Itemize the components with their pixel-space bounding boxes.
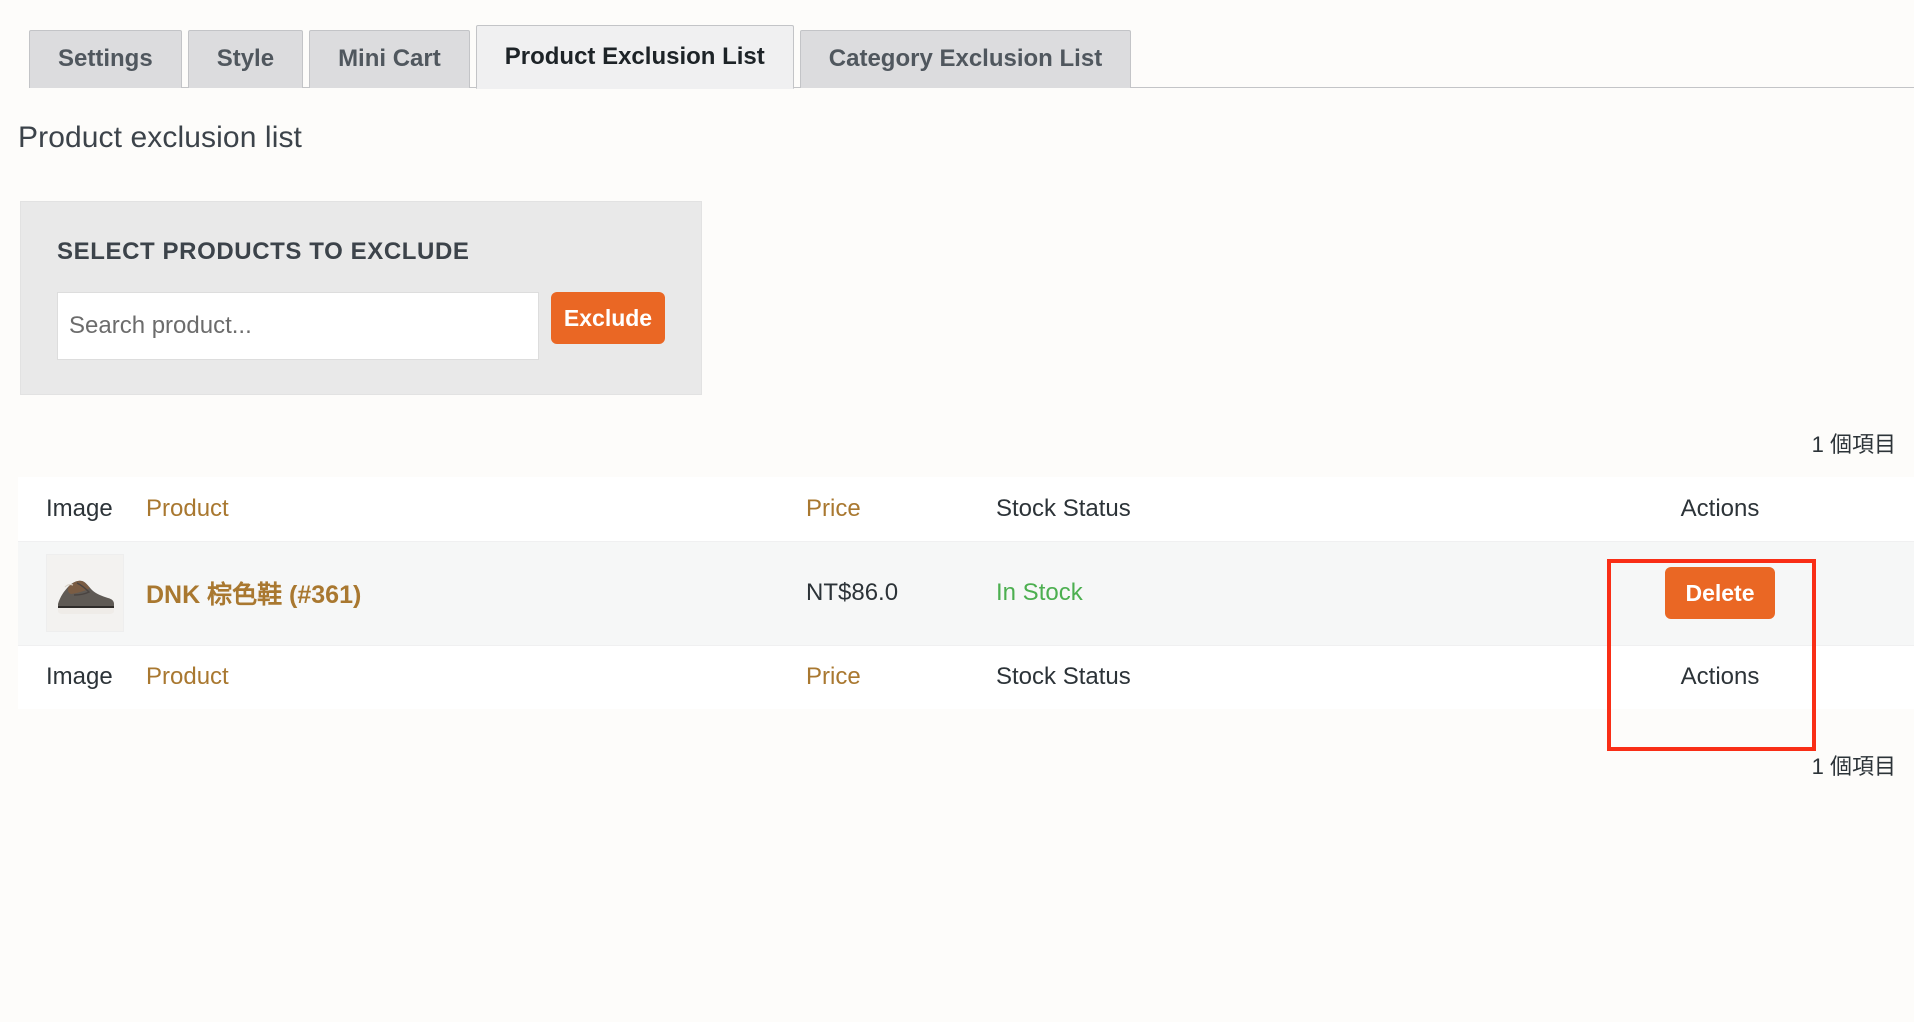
product-thumbnail-icon xyxy=(46,554,124,632)
column-header-label[interactable]: Price xyxy=(806,495,861,522)
column-header-label: Image xyxy=(46,494,113,522)
column-header-label: Actions xyxy=(1680,494,1760,522)
column-header-stock-status: Stock Status xyxy=(996,477,1526,542)
column-header-product[interactable]: Product xyxy=(146,477,806,542)
column-footer-image: Image xyxy=(18,644,146,709)
cell-price: NT$86.0 xyxy=(806,579,899,606)
item-count-top: 1 個項目 xyxy=(1811,432,1896,457)
column-header-image: Image xyxy=(18,477,146,542)
table-body: DNK 棕色鞋 (#361) NT$86.0 In Stock Delete xyxy=(18,541,1914,645)
column-footer-label: Image xyxy=(46,663,113,691)
tab-style[interactable]: Style xyxy=(187,30,304,88)
select-products-panel-row: Exclude xyxy=(57,292,665,360)
tab-label: Mini Cart xyxy=(338,45,441,72)
cell-image xyxy=(18,541,146,645)
column-header-price[interactable]: Price xyxy=(806,477,996,542)
table-footer-row: Image Product Price Stock Status Actions xyxy=(18,644,1914,709)
tab-label: Product Exclusion List xyxy=(504,43,765,70)
product-name-link[interactable]: DNK 棕色鞋 (#361) xyxy=(146,581,361,609)
tab-label: Style xyxy=(216,45,275,72)
tab-mini-cart[interactable]: Mini Cart xyxy=(309,30,470,88)
tab-bar: Settings Style Mini Cart Product Exclusi… xyxy=(0,0,1914,89)
select-products-panel: SELECT PRODUCTS TO EXCLUDE Exclude xyxy=(20,201,702,395)
column-footer-price[interactable]: Price xyxy=(806,644,996,709)
column-footer-actions: Actions xyxy=(1526,644,1914,709)
column-footer-product[interactable]: Product xyxy=(146,644,806,709)
page-title: Product exclusion list xyxy=(18,121,302,154)
column-footer-stock-status: Stock Status xyxy=(996,644,1526,709)
table-head: Image Product Price Stock Status Actions xyxy=(18,477,1914,542)
select-products-panel-title: SELECT PRODUCTS TO EXCLUDE xyxy=(57,238,470,265)
cell-actions: Delete xyxy=(1526,541,1914,645)
tab-category-exclusion-list[interactable]: Category Exclusion List xyxy=(799,30,1132,88)
tab-label: Settings xyxy=(58,45,153,72)
column-header-actions: Actions xyxy=(1526,477,1914,542)
tab-settings[interactable]: Settings xyxy=(29,30,182,88)
table-foot: Image Product Price Stock Status Actions xyxy=(18,644,1914,709)
cell-stock-status: In Stock xyxy=(996,579,1083,606)
tab-label: Category Exclusion List xyxy=(828,45,1103,72)
column-footer-label[interactable]: Price xyxy=(806,663,861,690)
product-exclusion-table: Image Product Price Stock Status Actions xyxy=(18,477,1914,709)
column-header-label: Stock Status xyxy=(996,494,1131,522)
tab-product-exclusion-list[interactable]: Product Exclusion List xyxy=(475,25,794,89)
column-footer-label: Stock Status xyxy=(996,663,1131,691)
column-header-label[interactable]: Product xyxy=(146,495,229,522)
table-header-row: Image Product Price Stock Status Actions xyxy=(18,477,1914,542)
delete-button[interactable]: Delete xyxy=(1665,567,1775,619)
column-footer-label: Actions xyxy=(1680,663,1760,691)
exclude-button[interactable]: Exclude xyxy=(551,292,665,344)
search-product-input[interactable] xyxy=(57,292,539,360)
item-count-bottom: 1 個項目 xyxy=(1811,754,1896,779)
column-footer-label[interactable]: Product xyxy=(146,663,229,690)
table-row: DNK 棕色鞋 (#361) NT$86.0 In Stock Delete xyxy=(18,541,1914,645)
cell-product: DNK 棕色鞋 (#361) xyxy=(146,541,806,645)
